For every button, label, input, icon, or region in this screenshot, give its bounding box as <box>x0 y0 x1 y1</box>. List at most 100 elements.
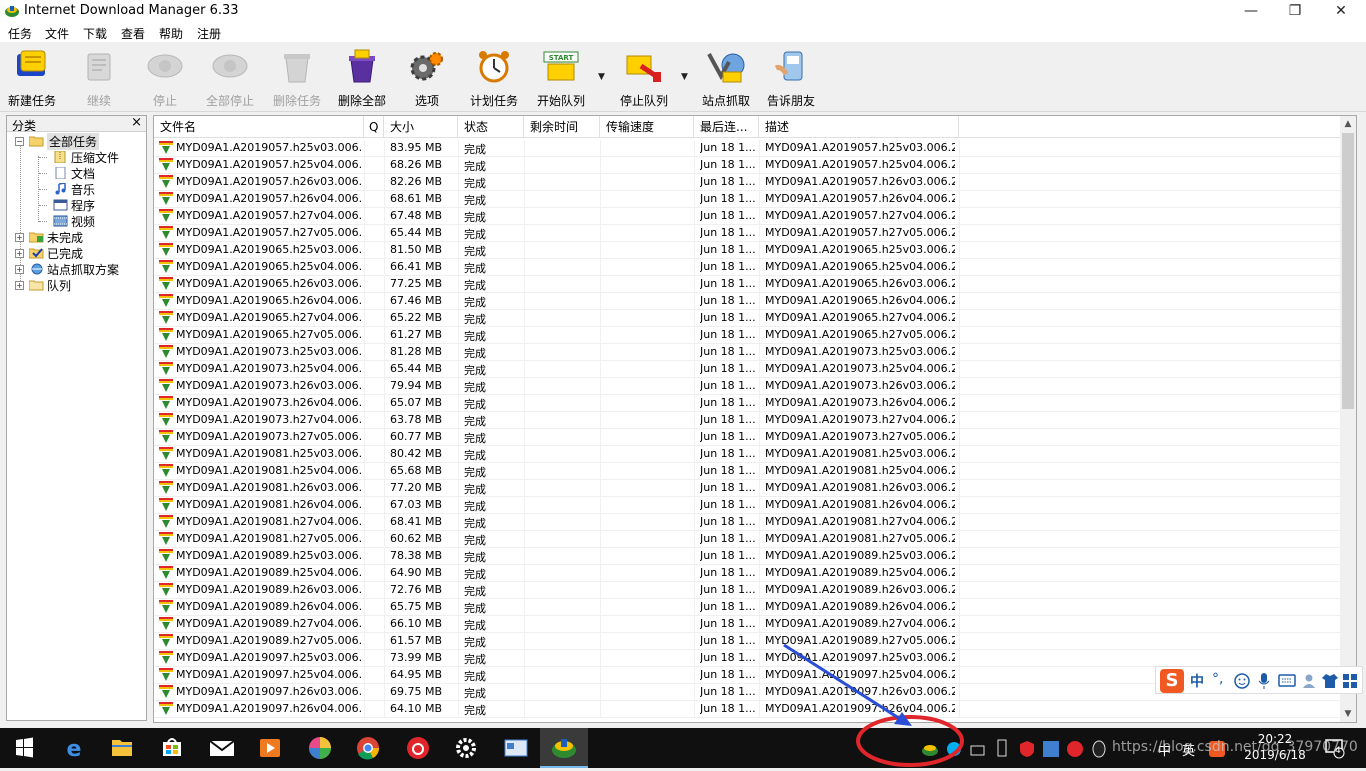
expand-icon[interactable]: + <box>15 265 24 274</box>
tree-item-queues[interactable]: + 队列 <box>13 277 143 293</box>
table-row[interactable]: MYD09A1.A2019081.h26v04.006.2... 67.03 MB… <box>154 497 1340 514</box>
column-speed[interactable]: 传输速度 <box>600 116 694 138</box>
store-icon[interactable] <box>148 728 196 768</box>
media-player-icon[interactable] <box>246 728 294 768</box>
idm-taskbar-icon[interactable] <box>540 728 588 768</box>
netease-tray-icon[interactable] <box>1066 739 1084 759</box>
shirt-icon[interactable] <box>1322 673 1338 689</box>
microphone-icon[interactable] <box>1257 672 1271 690</box>
table-row[interactable]: MYD09A1.A2019089.h27v05.006.2... 61.57 MB… <box>154 633 1340 650</box>
tree-item-music[interactable]: 音乐 <box>13 181 143 197</box>
tree-item-grabber-projects[interactable]: + 站点抓取方案 <box>13 261 145 277</box>
table-row[interactable]: MYD09A1.A2019057.h25v04.006.2... 68.26 MB… <box>154 157 1340 174</box>
table-row[interactable]: MYD09A1.A2019081.h27v05.006.2... 60.62 MB… <box>154 531 1340 548</box>
table-row[interactable]: MYD09A1.A2019089.h26v03.006.2... 72.76 MB… <box>154 582 1340 599</box>
table-row[interactable]: MYD09A1.A2019097.h26v04.006.2... 64.10 MB… <box>154 701 1340 718</box>
stop-button[interactable]: 停止 <box>140 48 190 110</box>
menu-help[interactable]: 帮助 <box>159 25 183 42</box>
close-button[interactable]: ✕ <box>1318 0 1364 22</box>
settings-icon[interactable] <box>442 728 490 768</box>
network-tray-icon[interactable] <box>1042 739 1060 759</box>
table-row[interactable]: MYD09A1.A2019081.h26v03.006.2... 77.20 MB… <box>154 480 1340 497</box>
skype-tray-icon[interactable] <box>946 739 962 759</box>
category-close-button[interactable]: × <box>131 115 142 130</box>
menu-register[interactable]: 注册 <box>197 25 221 42</box>
table-row[interactable]: MYD09A1.A2019097.h25v03.006.2... 73.99 MB… <box>154 650 1340 667</box>
column-size[interactable]: 大小 <box>384 116 458 138</box>
vertical-scrollbar[interactable]: ▲ ▼ <box>1340 116 1356 722</box>
delete-task-button[interactable]: 删除任务 <box>270 48 324 110</box>
table-row[interactable]: MYD09A1.A2019073.h27v05.006.2... 60.77 MB… <box>154 429 1340 446</box>
table-row[interactable]: MYD09A1.A2019065.h26v04.006.2... 67.46 MB… <box>154 293 1340 310</box>
scroll-down-icon[interactable]: ▼ <box>1340 706 1356 722</box>
stop-all-button[interactable]: 全部停止 <box>202 48 258 110</box>
edge-icon[interactable]: e <box>50 728 98 768</box>
table-row[interactable]: MYD09A1.A2019073.h26v04.006.2... 65.07 MB… <box>154 395 1340 412</box>
table-row[interactable]: MYD09A1.A2019065.h25v03.006.2... 81.50 MB… <box>154 242 1340 259</box>
expand-icon[interactable]: + <box>15 233 24 242</box>
table-row[interactable]: MYD09A1.A2019081.h25v04.006.2... 65.68 MB… <box>154 463 1340 480</box>
tree-item-documents[interactable]: 文档 <box>13 165 143 181</box>
keyboard-icon[interactable] <box>1278 674 1296 687</box>
security-tray-icon[interactable] <box>1018 739 1036 759</box>
minimize-button[interactable]: — <box>1228 0 1274 22</box>
delete-all-button[interactable]: 删除全部 <box>336 48 388 110</box>
idm-tray-icon[interactable] <box>921 739 939 759</box>
expand-icon[interactable]: + <box>15 281 24 290</box>
table-row[interactable]: MYD09A1.A2019065.h26v03.006.2... 77.25 MB… <box>154 276 1340 293</box>
table-row[interactable]: MYD09A1.A2019089.h25v04.006.2... 64.90 MB… <box>154 565 1340 582</box>
tree-item-unfinished[interactable]: + 未完成 <box>13 229 143 245</box>
stop-queue-button[interactable]: 停止队列 <box>614 48 674 110</box>
options-button[interactable]: 选项 <box>404 48 450 110</box>
chrome-icon[interactable] <box>344 728 392 768</box>
table-row[interactable]: MYD09A1.A2019073.h27v04.006.2... 63.78 MB… <box>154 412 1340 429</box>
table-row[interactable]: MYD09A1.A2019057.h27v04.006.2... 67.48 MB… <box>154 208 1340 225</box>
column-last-try[interactable]: 最后连... <box>694 116 759 138</box>
mail-icon[interactable] <box>198 728 246 768</box>
scroll-up-icon[interactable]: ▲ <box>1340 116 1356 132</box>
scrollbar-thumb[interactable] <box>1342 133 1354 409</box>
table-row[interactable]: MYD09A1.A2019057.h26v04.006.2... 68.61 MB… <box>154 191 1340 208</box>
table-row[interactable]: MYD09A1.A2019073.h25v03.006.2... 81.28 MB… <box>154 344 1340 361</box>
resume-button[interactable]: 继续 <box>74 48 124 110</box>
table-row[interactable]: MYD09A1.A2019057.h26v03.006.2... 82.26 MB… <box>154 174 1340 191</box>
table-row[interactable]: MYD09A1.A2019057.h25v03.006.2... 83.95 MB… <box>154 140 1340 157</box>
ime-mode-toggle[interactable]: 中 <box>1190 671 1204 691</box>
usb-tray-icon[interactable] <box>996 738 1008 758</box>
table-row[interactable]: MYD09A1.A2019065.h25v04.006.2... 66.41 MB… <box>154 259 1340 276</box>
table-row[interactable]: MYD09A1.A2019089.h26v04.006.2... 65.75 MB… <box>154 599 1340 616</box>
battery-tray-icon[interactable] <box>970 740 986 760</box>
table-row[interactable]: MYD09A1.A2019081.h27v04.006.2... 68.41 MB… <box>154 514 1340 531</box>
menu-view[interactable]: 查看 <box>121 25 145 42</box>
app-window-icon[interactable] <box>492 728 540 768</box>
table-row[interactable]: MYD09A1.A2019073.h25v04.006.2... 65.44 MB… <box>154 361 1340 378</box>
smiley-icon[interactable] <box>1234 673 1250 689</box>
tree-item-video[interactable]: 视频 <box>13 213 143 229</box>
ime-punctuation-toggle[interactable]: °, <box>1212 671 1223 687</box>
tell-friend-button[interactable]: 告诉朋友 <box>764 48 818 110</box>
column-time-left[interactable]: 剩余时间 <box>524 116 600 138</box>
windows-start-icon[interactable] <box>0 728 48 768</box>
photos-icon[interactable] <box>296 728 344 768</box>
new-task-button[interactable]: 新建任务 <box>6 48 58 110</box>
column-q[interactable]: Q <box>364 116 384 138</box>
menu-download[interactable]: 下载 <box>83 25 107 42</box>
stop-queue-dropdown-icon[interactable]: ▼ <box>681 72 688 82</box>
tree-item-compressed[interactable]: 压缩文件 <box>13 149 143 165</box>
tree-item-all-tasks[interactable]: − 全部任务 <box>13 133 143 150</box>
menu-task[interactable]: 任务 <box>8 25 32 42</box>
user-icon[interactable] <box>1302 673 1318 689</box>
table-row[interactable]: MYD09A1.A2019073.h26v03.006.2... 79.94 MB… <box>154 378 1340 395</box>
tree-item-finished[interactable]: + 已完成 <box>13 245 143 261</box>
tree-item-programs[interactable]: 程序 <box>13 197 143 213</box>
scheduler-button[interactable]: 计划任务 <box>466 48 522 110</box>
qq-tray-icon[interactable] <box>1090 739 1108 759</box>
menu-file[interactable]: 文件 <box>45 25 69 42</box>
table-row[interactable]: MYD09A1.A2019057.h27v05.006.2... 65.44 MB… <box>154 225 1340 242</box>
start-queue-dropdown-icon[interactable]: ▼ <box>598 72 605 82</box>
table-row[interactable]: MYD09A1.A2019081.h25v03.006.2... 80.42 MB… <box>154 446 1340 463</box>
table-row[interactable]: MYD09A1.A2019065.h27v05.006.2... 61.27 MB… <box>154 327 1340 344</box>
column-status[interactable]: 状态 <box>458 116 524 138</box>
table-row[interactable]: MYD09A1.A2019089.h25v03.006.2... 78.38 MB… <box>154 548 1340 565</box>
maximize-button[interactable]: ❐ <box>1272 0 1318 22</box>
